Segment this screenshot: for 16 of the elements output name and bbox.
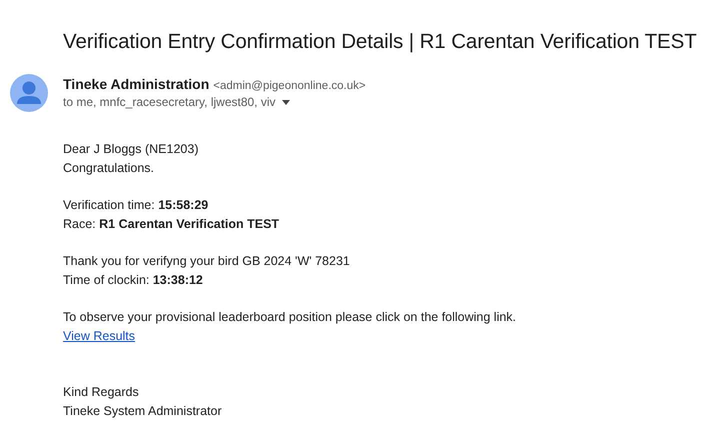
body-text: Race: R1 Carentan Verification TEST [63,217,280,231]
body-text: Dear J Bloggs (NE1203) [63,142,198,156]
view-results-link[interactable]: View Results [63,329,136,343]
sender-address: <admin@pigeononline.co.uk> [213,80,366,92]
email-subject: Verification Entry Confirmation Details | R1 Carentan Verification TEST [63,29,698,55]
body-text: To observe your provisional leaderboard position please click on the following link. [63,310,516,324]
body-text: Tineke System Administrator [63,404,222,418]
body-text: Verification time: 15:58:29 [63,198,208,212]
recipients: to me, mnfc_racesecretary, ljwest80, viv [63,95,276,109]
sender-name: Tineke Administration [63,76,210,92]
body-text: Time of clockin: 13:38:12 [63,273,203,287]
body-text: Congratulations. [63,161,154,175]
body-text: Kind Regards [63,385,139,399]
avatar-icon [10,74,48,112]
caret-icon[interactable] [282,100,290,104]
body-text: Thank you for verifyng your bird GB 2024 'W' 78231 [63,254,350,268]
